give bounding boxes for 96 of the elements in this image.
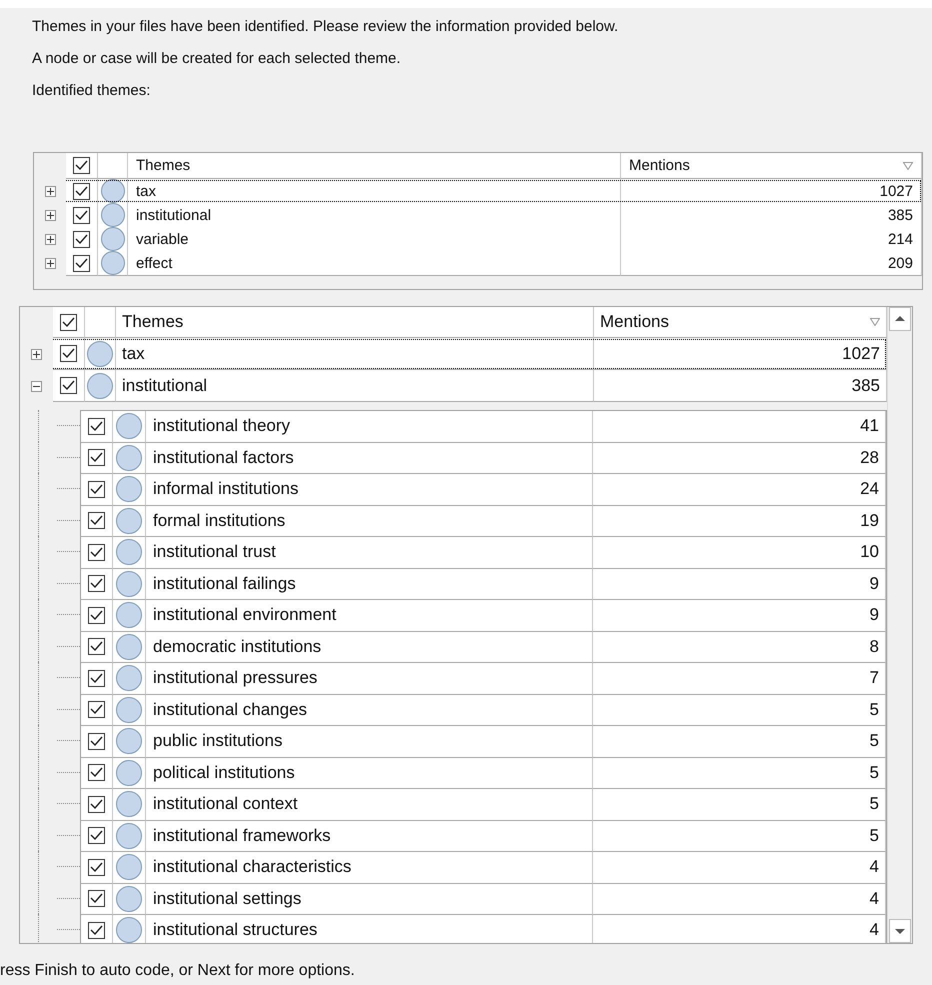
mentions-cell: 24 bbox=[593, 474, 886, 506]
column-header[interactable]: Themes bbox=[116, 307, 594, 338]
scroll-down-icon[interactable] bbox=[889, 919, 911, 943]
checkbox[interactable] bbox=[88, 449, 105, 466]
theme-cell: institutional frameworks bbox=[146, 820, 593, 852]
checkbox[interactable] bbox=[88, 480, 105, 498]
checkbox[interactable] bbox=[73, 254, 90, 272]
checkbox[interactable] bbox=[88, 670, 105, 687]
theme-icon bbox=[116, 917, 142, 943]
mentions-cell: 4 bbox=[593, 915, 886, 943]
mentions-cell: 1027 bbox=[621, 179, 922, 204]
mentions-cell: 5 bbox=[593, 758, 886, 789]
theme-cell: informal institutions bbox=[146, 474, 593, 506]
mentions-cell: 28 bbox=[593, 442, 886, 474]
theme-cell: public institutions bbox=[146, 726, 593, 758]
checkbox[interactable] bbox=[88, 796, 105, 813]
mentions-cell: 385 bbox=[594, 370, 887, 402]
checkbox[interactable] bbox=[88, 827, 105, 844]
theme-cell: variable bbox=[128, 227, 621, 252]
mentions-cell: 8 bbox=[593, 632, 886, 663]
theme-cell: institutional structures bbox=[146, 915, 593, 943]
theme-cell: institutional failings bbox=[146, 568, 593, 600]
mentions-cell: 1027 bbox=[594, 338, 887, 370]
checkbox[interactable] bbox=[88, 858, 105, 876]
mentions-cell: 19 bbox=[593, 506, 886, 537]
instruction-text: Themes in your files have been identified. Please review the information provided below. bbox=[32, 18, 620, 35]
mentions-cell: 41 bbox=[593, 411, 886, 442]
theme-cell: institutional trust bbox=[146, 537, 593, 568]
checkbox[interactable] bbox=[60, 377, 77, 394]
theme-cell: effect bbox=[128, 251, 621, 276]
checkbox[interactable] bbox=[88, 922, 105, 939]
mentions-cell: 5 bbox=[593, 820, 886, 852]
mentions-cell: 10 bbox=[593, 537, 886, 568]
mentions-cell: 9 bbox=[593, 600, 886, 632]
mentions-cell: 4 bbox=[593, 852, 886, 884]
table-row[interactable]: tax 1027 bbox=[34, 179, 922, 203]
instruction-text: Identified themes: bbox=[32, 82, 152, 99]
table-row[interactable]: tax 1027 bbox=[20, 338, 887, 370]
theme-cell: institutional settings bbox=[146, 884, 593, 915]
expand-icon[interactable] bbox=[44, 234, 56, 245]
checkbox[interactable] bbox=[88, 512, 105, 530]
theme-cell: democratic institutions bbox=[146, 632, 593, 663]
mentions-cell: 214 bbox=[621, 227, 922, 252]
table-row[interactable]: effect 209 bbox=[34, 251, 922, 275]
mentions-cell: 5 bbox=[593, 726, 886, 758]
checkbox[interactable] bbox=[73, 230, 90, 248]
expand-icon[interactable] bbox=[44, 186, 56, 197]
mentions-cell: 9 bbox=[593, 568, 886, 600]
theme-cell: tax bbox=[116, 338, 594, 370]
instruction-text: A node or case will be created for each selected theme. bbox=[32, 50, 402, 67]
checkbox[interactable] bbox=[88, 890, 105, 908]
theme-cell: institutional theory bbox=[146, 411, 593, 442]
mentions-cell: 5 bbox=[593, 694, 886, 726]
table-row[interactable]: institutional 385 bbox=[20, 370, 887, 402]
checkbox[interactable] bbox=[88, 544, 105, 561]
mentions-cell: 209 bbox=[621, 251, 922, 276]
table-row[interactable]: variable 214 bbox=[34, 227, 922, 251]
checkbox[interactable] bbox=[88, 638, 105, 656]
mentions-cell: 4 bbox=[593, 884, 886, 915]
theme-cell: institutional factors bbox=[146, 442, 593, 474]
theme-cell: political institutions bbox=[146, 758, 593, 789]
checkbox[interactable] bbox=[73, 157, 90, 174]
mentions-cell: 7 bbox=[593, 663, 886, 694]
instruction-text: ress Finish to auto code, or Next for more options. bbox=[0, 962, 356, 981]
checkbox[interactable] bbox=[73, 182, 90, 200]
mentions-cell: 385 bbox=[621, 203, 922, 228]
sort-icon[interactable] bbox=[870, 318, 880, 326]
theme-cell: tax bbox=[128, 179, 621, 204]
checkbox[interactable] bbox=[88, 418, 105, 435]
theme-cell: institutional characteristics bbox=[146, 852, 593, 884]
checkbox[interactable] bbox=[88, 701, 105, 718]
checkbox[interactable] bbox=[60, 314, 77, 330]
checkbox[interactable] bbox=[88, 606, 105, 624]
theme-cell: formal institutions bbox=[146, 506, 593, 537]
theme-cell: institutional bbox=[116, 370, 594, 402]
sort-icon[interactable] bbox=[903, 162, 913, 170]
column-header[interactable]: Themes bbox=[128, 153, 621, 179]
table-row[interactable]: institutional 385 bbox=[34, 203, 922, 227]
expand-icon[interactable] bbox=[44, 210, 56, 221]
checkbox[interactable] bbox=[73, 206, 90, 224]
checkbox[interactable] bbox=[60, 345, 77, 362]
checkbox[interactable] bbox=[88, 575, 105, 592]
mentions-cell: 5 bbox=[593, 789, 886, 820]
theme-cell: institutional changes bbox=[146, 694, 593, 726]
theme-cell: institutional pressures bbox=[146, 663, 593, 694]
theme-cell: institutional context bbox=[146, 789, 593, 820]
collapse-icon[interactable] bbox=[31, 380, 42, 392]
expand-icon[interactable] bbox=[31, 348, 42, 360]
theme-cell: institutional environment bbox=[146, 600, 593, 632]
column-header[interactable]: Mentions bbox=[621, 153, 922, 179]
checkbox[interactable] bbox=[88, 764, 105, 782]
theme-cell: institutional bbox=[128, 203, 621, 228]
scroll-up-icon[interactable] bbox=[889, 307, 911, 331]
column-header[interactable]: Mentions bbox=[594, 307, 887, 338]
expand-icon[interactable] bbox=[44, 258, 56, 269]
checkbox[interactable] bbox=[88, 732, 105, 750]
